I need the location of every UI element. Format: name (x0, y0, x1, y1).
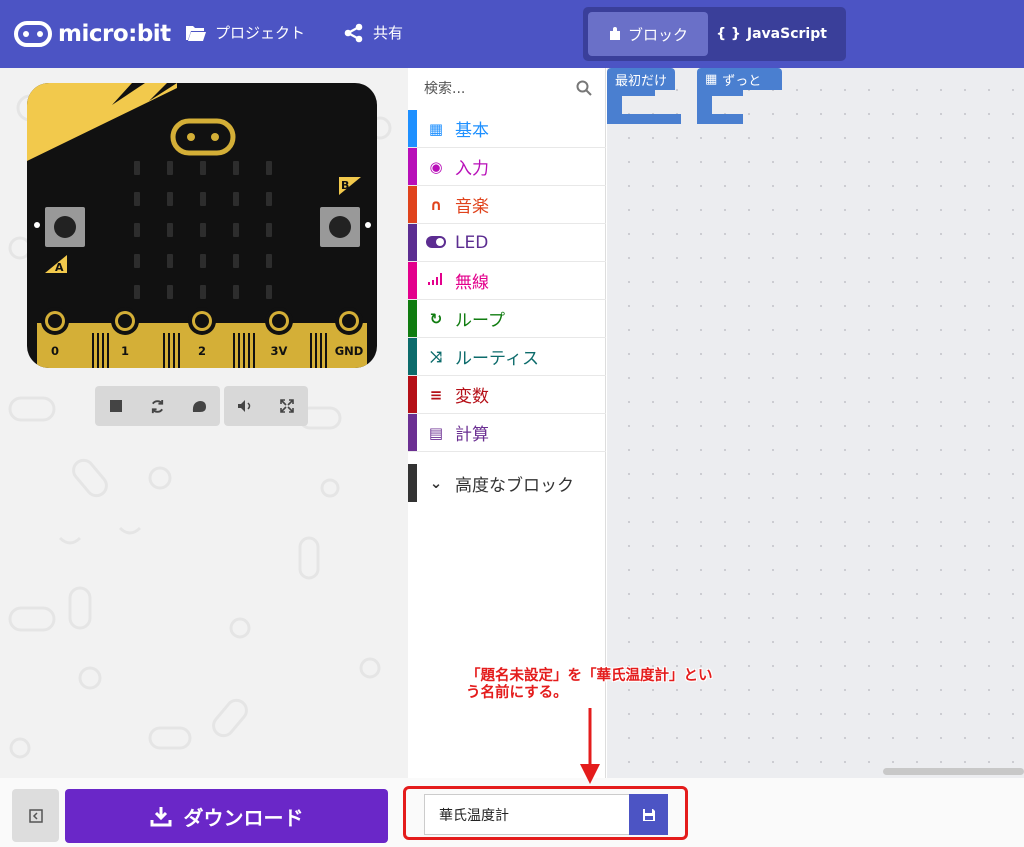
microbit-logo[interactable]: micro:bit (14, 19, 171, 49)
category-basic[interactable]: ▦ 基本 (408, 110, 606, 148)
category-color-bar (408, 338, 417, 375)
category-color-bar (408, 224, 417, 261)
fullscreen-icon[interactable] (275, 394, 299, 418)
pin-label: GND (335, 344, 364, 358)
svg-text:B: B (341, 179, 349, 192)
category-input[interactable]: ◉ 入力 (408, 148, 606, 186)
annotation-highlight-box (403, 786, 688, 840)
braces-icon: { } (716, 26, 741, 42)
microbit-logo-icon (14, 21, 52, 47)
workspace-scrollbar[interactable] (883, 768, 1024, 775)
shuffle-icon: ⤨ (429, 347, 442, 366)
category-color-bar (408, 376, 417, 413)
category-color-bar (408, 110, 417, 147)
calculator-icon: ▤ (428, 423, 444, 442)
pin-label: 2 (198, 344, 206, 358)
category-color-bar (408, 300, 417, 337)
category-led[interactable]: LED (408, 224, 606, 262)
simulator-controls (95, 386, 220, 426)
simulator-view-controls (224, 386, 308, 426)
download-icon (150, 807, 171, 827)
pin-label: 1 (121, 344, 129, 358)
category-color-bar (408, 464, 417, 502)
pin-label: 3V (271, 344, 288, 358)
toolbox-search[interactable]: 検索... (408, 68, 606, 108)
grid-icon: ▦ (705, 71, 718, 87)
restart-icon[interactable] (145, 394, 169, 418)
editor-toggle: ブロック { } JavaScript (583, 7, 846, 61)
mute-icon[interactable] (233, 394, 257, 418)
signal-icon (417, 272, 455, 290)
collapse-icon (28, 808, 43, 823)
microbit-board-art: A B 0 1 2 3V GND (27, 83, 371, 368)
headphones-icon: ∩ (429, 195, 443, 214)
projects-button[interactable]: プロジェクト (185, 22, 305, 43)
search-icon (576, 80, 592, 96)
puzzle-icon (609, 27, 620, 40)
category-color-bar (408, 148, 417, 185)
category-advanced[interactable]: ⌄ 高度なブロック (408, 464, 606, 502)
simulator-panel: A B 0 1 2 3V GND (0, 68, 408, 778)
javascript-tab[interactable]: { } JavaScript (708, 12, 835, 56)
annotation-arrow (580, 708, 600, 784)
top-bar: micro:bit プロジェクト 共有 ブロック { } JavaScript (0, 0, 1024, 68)
grid-icon: ▦ (428, 119, 444, 138)
blocks-tab[interactable]: ブロック (588, 12, 708, 56)
folder-open-icon (186, 25, 206, 41)
share-button[interactable]: 共有 (343, 22, 403, 43)
category-color-bar (408, 414, 417, 451)
list-icon: ≡ (429, 385, 443, 404)
category-color-bar (408, 262, 417, 299)
category-loops[interactable]: ↻ ループ (408, 300, 606, 338)
microbit-board: A B 0 1 2 3V GND (27, 83, 377, 368)
category-radio[interactable]: 無線 (408, 262, 606, 300)
svg-text:A: A (55, 261, 64, 274)
category-math[interactable]: ▤ 計算 (408, 414, 606, 452)
loop-icon: ↻ (429, 309, 443, 328)
annotation-text: 「題名未設定」を「華氏温度計」とい う名前にする。 (466, 668, 713, 701)
category-variables[interactable]: ≡ 変数 (408, 376, 606, 414)
chevron-down-icon: ⌄ (429, 474, 443, 492)
slow-motion-icon[interactable] (187, 394, 211, 418)
share-icon (344, 23, 363, 42)
download-button[interactable]: ダウンロード (65, 789, 388, 843)
category-music[interactable]: ∩ 音楽 (408, 186, 606, 224)
pin-label: 0 (51, 344, 59, 358)
stop-icon[interactable] (104, 394, 128, 418)
toggle-icon (417, 234, 455, 252)
target-icon: ◉ (429, 157, 443, 176)
collapse-simulator-button[interactable] (12, 789, 59, 842)
category-logic[interactable]: ⤨ ルーティス (408, 338, 606, 376)
category-color-bar (408, 186, 417, 223)
